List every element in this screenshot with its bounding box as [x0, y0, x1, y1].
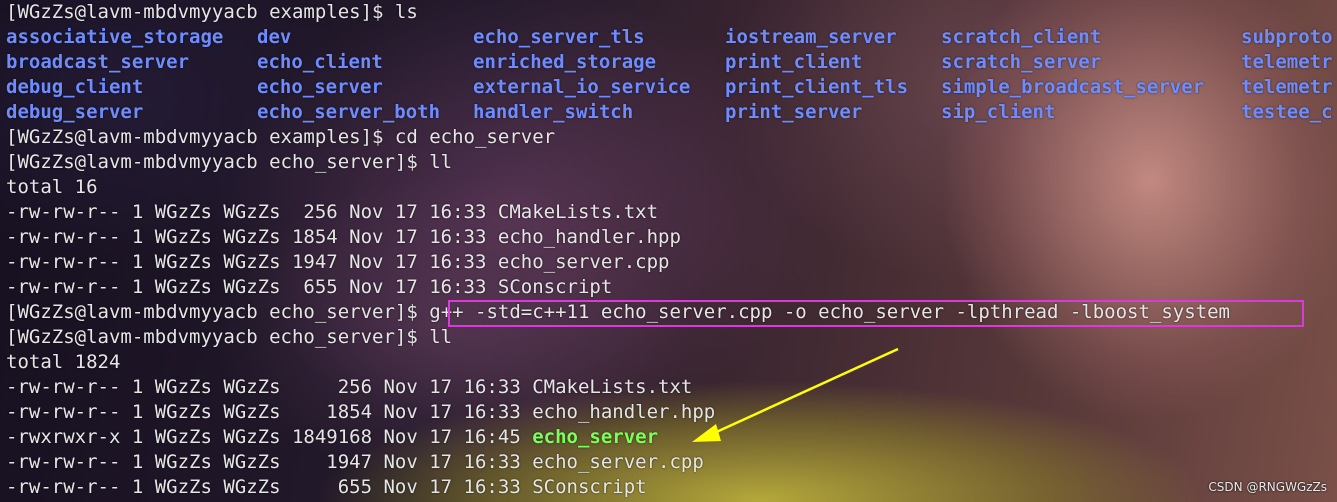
prompt-line-ll: [WGzZs@lavm-mbdvmyyacb echo_server]$ ll	[6, 326, 453, 348]
listing-row: -rw-rw-r-- 1 WGzZs WGzZs 655 Nov 17 16:3…	[6, 475, 647, 500]
ls-entry: enriched_storage	[473, 51, 657, 73]
watermark: CSDN @RNGWGzZs	[1208, 480, 1327, 494]
arrow-line	[711, 347, 899, 436]
ls-entry: debug_client	[6, 76, 144, 98]
ls-entry: handler_switch	[473, 101, 634, 123]
ls-entry: iostream_server	[725, 26, 897, 48]
total-line: total 16	[6, 176, 98, 198]
ls-entry: telemetr	[1241, 76, 1333, 98]
listing-row: -rw-rw-r-- 1 WGzZs WGzZs 1854 Nov 17 16:…	[6, 400, 715, 425]
ls-entry: dev	[257, 26, 292, 48]
file-meta: -rw-rw-r-- 1 WGzZs WGzZs 655 Nov 17 16:3…	[6, 476, 533, 498]
prompt-line-ls: [WGzZs@lavm-mbdvmyyacb examples]$ ls	[6, 1, 418, 23]
listing-row: -rw-rw-r-- 1 WGzZs WGzZs 256 Nov 17 16:3…	[6, 201, 659, 223]
ls-entry: subproto	[1241, 26, 1333, 48]
file-meta: -rwxrwxr-x 1 WGzZs WGzZs 1849168 Nov 17 …	[6, 426, 533, 448]
executable-file-name: echo_server	[532, 426, 659, 448]
prompt-text: [WGzZs@lavm-mbdvmyyacb echo_server]$	[6, 301, 430, 323]
file-name: echo_server.cpp	[532, 451, 704, 473]
prompt-line-ll: [WGzZs@lavm-mbdvmyyacb echo_server]$ ll	[6, 151, 453, 173]
ls-entry: print_client_tls	[725, 76, 909, 98]
ls-entry: external_io_service	[473, 76, 691, 98]
ls-entry: testee_c	[1241, 101, 1333, 123]
command-highlight-box	[448, 300, 1304, 327]
ls-entry: associative_storage	[6, 26, 224, 48]
total-line: total 1824	[6, 351, 121, 373]
ls-entry: echo_client	[257, 51, 383, 73]
ls-entry: echo_server	[257, 76, 383, 98]
ls-entry: telemetr	[1241, 51, 1333, 73]
file-meta: -rw-rw-r-- 1 WGzZs WGzZs 256 Nov 17 16:3…	[6, 376, 533, 398]
file-meta: -rw-rw-r-- 1 WGzZs WGzZs 1947 Nov 17 16:…	[6, 451, 533, 473]
ls-entry: simple_broadcast_server	[941, 76, 1205, 98]
ls-entry: sip_client	[941, 101, 1056, 123]
ls-entry: print_server	[725, 101, 863, 123]
ls-entry: print_client	[725, 51, 863, 73]
ls-entry: broadcast_server	[6, 51, 190, 73]
listing-row: -rwxrwxr-x 1 WGzZs WGzZs 1849168 Nov 17 …	[6, 425, 658, 450]
listing-row: -rw-rw-r-- 1 WGzZs WGzZs 256 Nov 17 16:3…	[6, 375, 692, 400]
ls-entry: scratch_client	[941, 26, 1102, 48]
terminal-window[interactable]: [WGzZs@lavm-mbdvmyyacb examples]$ ls ass…	[0, 0, 1337, 502]
listing-row: -rw-rw-r-- 1 WGzZs WGzZs 1947 Nov 17 16:…	[6, 251, 670, 273]
listing-row: -rw-rw-r-- 1 WGzZs WGzZs 1947 Nov 17 16:…	[6, 450, 704, 475]
ls-entry: scratch_server	[941, 51, 1102, 73]
ls-entry: debug_server	[6, 101, 144, 123]
file-meta: -rw-rw-r-- 1 WGzZs WGzZs 1854 Nov 17 16:…	[6, 401, 533, 423]
prompt-line-cd: [WGzZs@lavm-mbdvmyyacb examples]$ cd ech…	[6, 126, 556, 148]
arrow-head	[692, 424, 721, 442]
listing-row: -rw-rw-r-- 1 WGzZs WGzZs 1854 Nov 17 16:…	[6, 226, 681, 248]
ls-entry: echo_server_tls	[473, 26, 645, 48]
file-name: CMakeLists.txt	[532, 376, 693, 398]
file-name: SConscript	[532, 476, 647, 498]
ls-entry: echo_server_both	[257, 101, 441, 123]
listing-row: -rw-rw-r-- 1 WGzZs WGzZs 655 Nov 17 16:3…	[6, 276, 613, 298]
file-name: echo_handler.hpp	[532, 401, 716, 423]
